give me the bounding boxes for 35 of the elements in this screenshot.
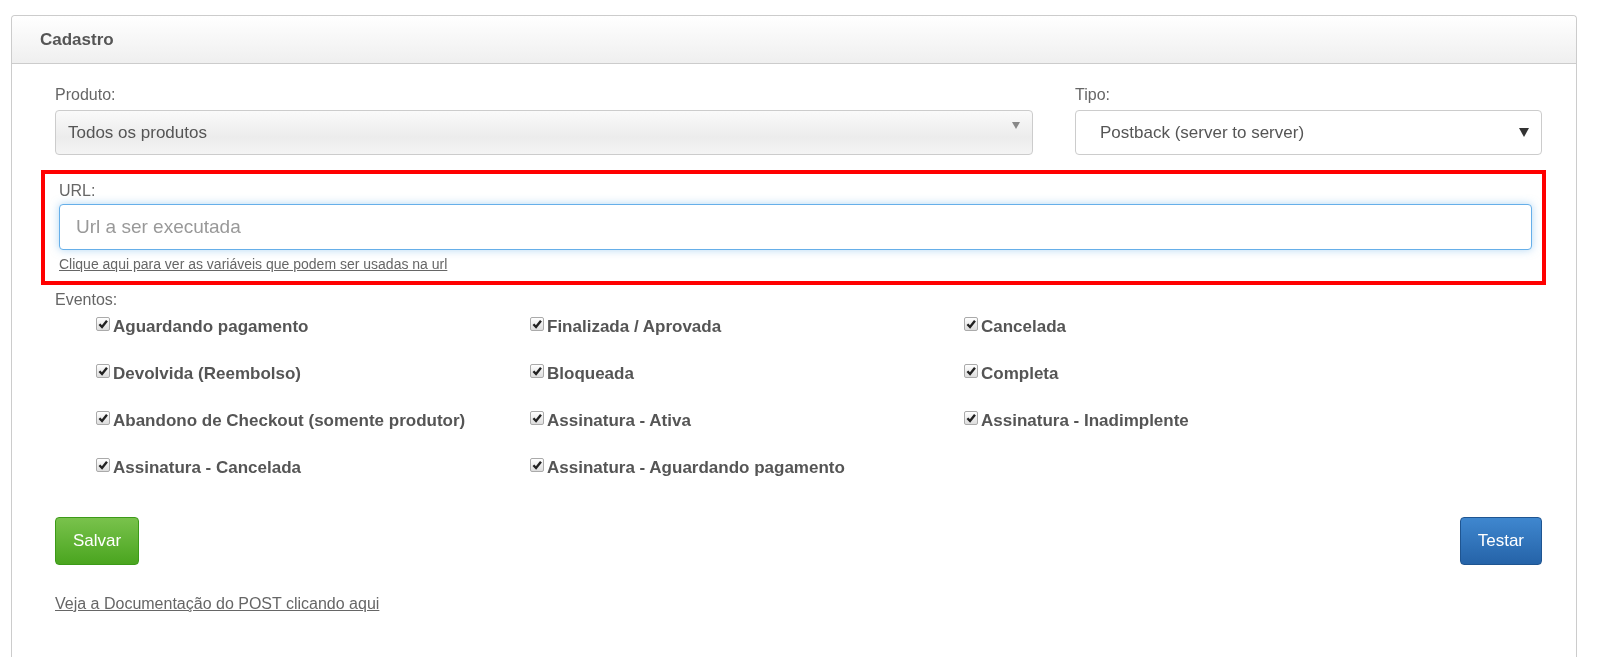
event-label: Assinatura - Aguardando pagamento [547, 457, 845, 478]
caret-icon [1519, 128, 1529, 137]
product-select[interactable]: Todos os produtos [55, 110, 1033, 155]
checkbox[interactable] [530, 410, 544, 425]
field-label: Eventos: [55, 291, 119, 309]
variables-link[interactable]: Clique aqui para ver as variáveis que podem ser usadas na url [59, 256, 448, 272]
checkbox[interactable] [96, 316, 110, 331]
checkbox[interactable] [530, 316, 544, 331]
event-label: Devolvida (Reembolso) [113, 363, 301, 384]
test-button[interactable]: Testar [1459, 517, 1542, 565]
event-label: Assinatura - Inadimplente [981, 410, 1189, 431]
field-label: Produto: [55, 86, 117, 104]
field-label: URL: [59, 182, 97, 200]
event-label: Aguardando pagamento [113, 316, 309, 337]
checkbox[interactable] [96, 363, 110, 378]
event-label: Cancelada [981, 316, 1067, 337]
field-label: Tipo: [1075, 86, 1111, 104]
checkbox[interactable] [530, 363, 544, 378]
checkbox[interactable] [964, 410, 978, 425]
event-label: Assinatura - Cancelada [113, 457, 301, 478]
event-label: Finalizada / Aprovada [547, 316, 722, 337]
url-field[interactable]: Url a ser executada [59, 204, 1532, 250]
event-label: Completa [981, 363, 1059, 384]
checkbox[interactable] [96, 457, 110, 472]
documentation-link[interactable]: Veja a Documentação do POST clicando aqui [55, 595, 380, 613]
panel-title: Cadastro [40, 29, 114, 50]
checkbox[interactable] [964, 316, 978, 331]
type-select[interactable]: Postback (server to server) [1075, 110, 1542, 155]
event-label: Assinatura - Ativa [547, 410, 691, 431]
caret-icon [1012, 122, 1020, 129]
checkbox[interactable] [964, 363, 978, 378]
event-label: Bloqueada [547, 363, 634, 384]
event-label: Abandono de Checkout (somente produtor) [113, 410, 466, 431]
checkbox[interactable] [530, 457, 544, 472]
checkbox[interactable] [96, 410, 110, 425]
